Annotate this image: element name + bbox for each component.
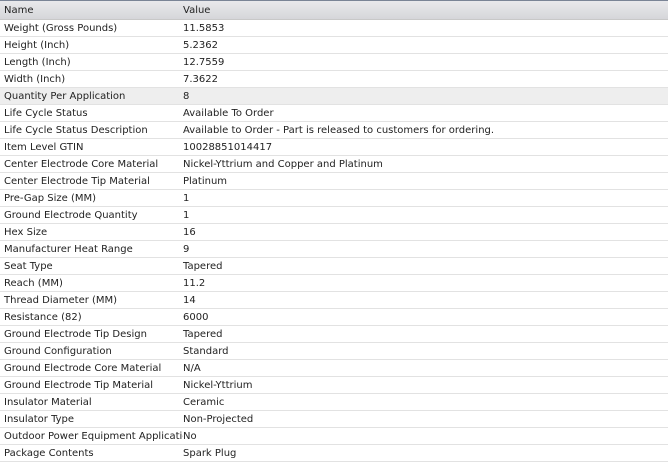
row-name: Center Electrode Core Material [4,158,159,170]
table-row[interactable]: Ground Electrode Core Material N/A [0,360,668,377]
row-name: Pre-Gap Size (MM) [4,192,97,204]
table-row[interactable]: Height (Inch) 5.2362 [0,37,668,54]
row-name: Manufacturer Heat Range [4,243,133,255]
row-value: 14 [183,294,196,306]
row-name: Weight (Gross Pounds) [4,22,118,34]
table-row[interactable]: Outdoor Power Equipment Application No [0,428,668,445]
row-name: Insulator Material [4,396,92,408]
row-value: 5.2362 [183,39,218,51]
row-name: Insulator Type [4,413,75,425]
row-name: Center Electrode Tip Material [4,175,150,187]
table-row[interactable]: Ground Electrode Quantity 1 [0,207,668,224]
row-name: Resistance (82) [4,311,82,323]
table-row[interactable]: Width (Inch) 7.3622 [0,71,668,88]
row-name: Width (Inch) [4,73,66,85]
table-row[interactable]: Life Cycle Status Available To Order [0,105,668,122]
row-value: Tapered [183,328,223,340]
row-value: 12.7559 [183,56,225,68]
column-header-value[interactable]: Value [183,5,668,16]
row-name: Life Cycle Status Description [4,124,148,136]
row-value: 8 [183,90,190,102]
table-row[interactable]: Seat Type Tapered [0,258,668,275]
attributes-grid: Name Value Weight (Gross Pounds) 11.5853 H… [0,0,668,462]
table-row[interactable]: Hex Size 16 [0,224,668,241]
row-value: 10028851014417 [183,141,273,153]
row-name: Ground Electrode Tip Material [4,379,154,391]
grid-body: Weight (Gross Pounds) 11.5853 Height (Inch… [0,20,668,462]
row-name: Ground Electrode Tip Design [4,328,147,340]
table-row[interactable]: Insulator Type Non-Projected [0,411,668,428]
row-name: Quantity Per Application [4,90,126,102]
grid-header: Name Value [0,0,668,20]
table-row[interactable]: Life Cycle Status Description Available t… [0,122,668,139]
table-row[interactable]: Thread Diameter (MM) 14 [0,292,668,309]
row-value: Ceramic [183,396,225,408]
row-value: Available to Order - Part is released to… [183,124,495,136]
row-value: Available To Order [183,107,274,119]
row-value: Spark Plug [183,447,237,459]
row-value: Platinum [183,175,228,187]
row-value: Nickel-Yttrium and Copper and Platinum [183,158,383,170]
table-row[interactable]: Ground Electrode Tip Material Nickel-Yttr… [0,377,668,394]
row-name: Seat Type [4,260,53,272]
row-name: Life Cycle Status [4,107,88,119]
row-value: 6000 [183,311,209,323]
row-value: Tapered [183,260,223,272]
row-value: 11.5853 [183,22,225,34]
row-name: Reach (MM) [4,277,63,289]
table-row[interactable]: Insulator Material Ceramic [0,394,668,411]
table-row[interactable]: Resistance (82) 6000 [0,309,668,326]
row-name: Ground Electrode Quantity [4,209,138,221]
row-value: N/A [183,362,201,374]
row-name: Item Level GTIN [4,141,84,153]
row-name: Ground Electrode Core Material [4,362,162,374]
row-name: Hex Size [4,226,48,238]
table-row[interactable]: Manufacturer Heat Range 9 [0,241,668,258]
row-name: Package Contents [4,447,94,459]
table-row[interactable]: Quantity Per Application 8 [0,88,668,105]
table-row[interactable]: Length (Inch) 12.7559 [0,54,668,71]
table-row[interactable]: Center Electrode Core Material Nickel-Ytt… [0,156,668,173]
row-value: 7.3622 [183,73,218,85]
table-row[interactable]: Ground Configuration Standard [0,343,668,360]
row-name: Height (Inch) [4,39,70,51]
row-name: Thread Diameter (MM) [4,294,118,306]
row-name: Outdoor Power Equipment Application [4,430,183,442]
table-row[interactable]: Package Contents Spark Plug [0,445,668,462]
row-value: 1 [183,192,190,204]
row-value: 11.2 [183,277,206,289]
row-value: No [183,430,197,442]
table-row[interactable]: Weight (Gross Pounds) 11.5853 [0,20,668,37]
row-value: Non-Projected [183,413,254,425]
table-row[interactable]: Pre-Gap Size (MM) 1 [0,190,668,207]
table-row[interactable]: Center Electrode Tip Material Platinum [0,173,668,190]
row-value: Nickel-Yttrium [183,379,253,391]
row-name: Ground Configuration [4,345,112,357]
row-value: 9 [183,243,190,255]
table-row[interactable]: Item Level GTIN 10028851014417 [0,139,668,156]
row-value: Standard [183,345,229,357]
row-value: 16 [183,226,196,238]
table-row[interactable]: Reach (MM) 11.2 [0,275,668,292]
row-value: 1 [183,209,190,221]
table-row[interactable]: Ground Electrode Tip Design Tapered [0,326,668,343]
row-name: Length (Inch) [4,56,71,68]
column-header-name[interactable]: Name [0,5,183,16]
